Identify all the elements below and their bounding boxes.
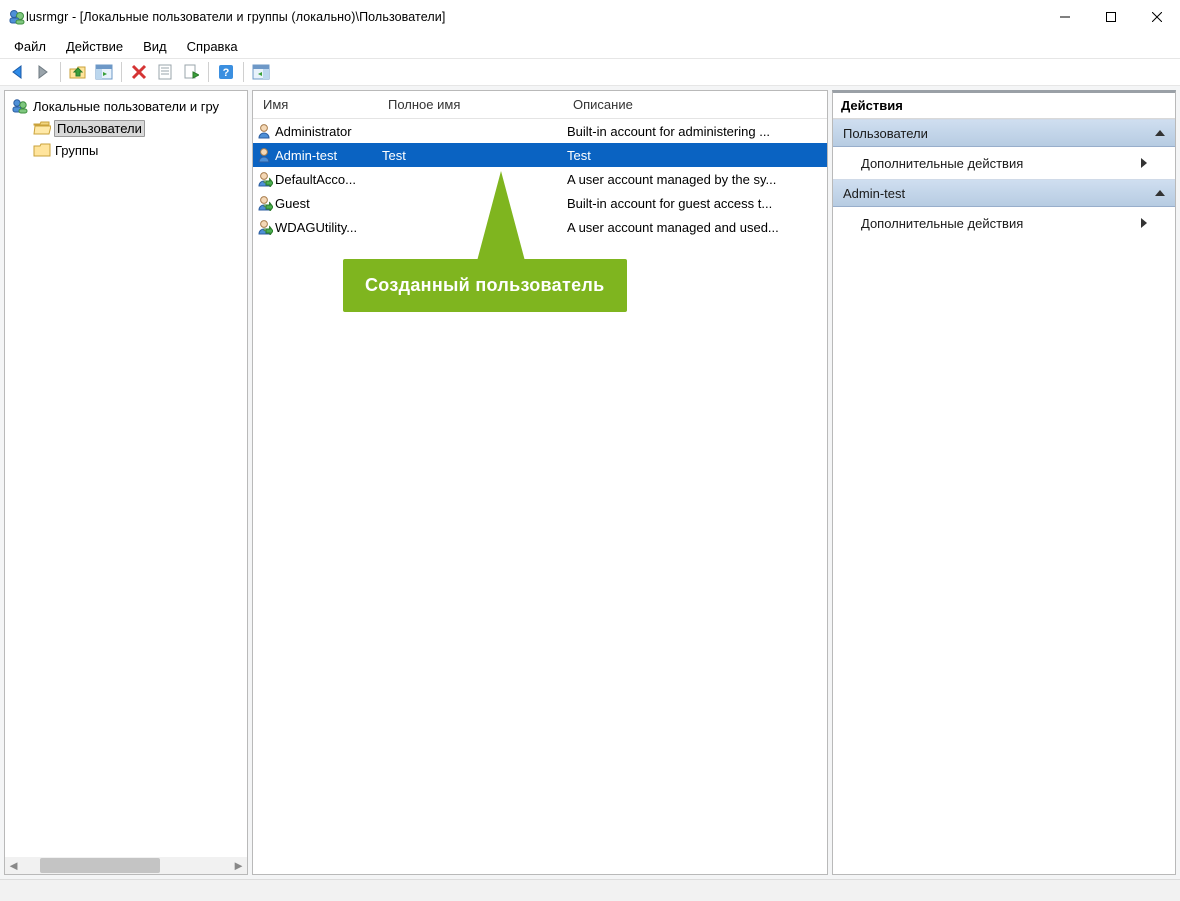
folder-open-icon [33, 121, 51, 135]
scroll-left-icon[interactable]: ◄ [5, 857, 22, 874]
cell-description: A user account managed by the sy... [563, 172, 827, 187]
tree-hscrollbar[interactable]: ◄ ► [5, 857, 247, 874]
toolbar-sep [208, 62, 209, 82]
list-body: Administrator Built-in account for admini… [253, 119, 827, 874]
cell-name: Administrator [253, 123, 378, 139]
section-label: Admin-test [843, 186, 905, 201]
cell-description: Built-in account for administering ... [563, 124, 827, 139]
actions-body: Пользователи Дополнительные действия Admin… [833, 119, 1175, 239]
app-icon [8, 8, 26, 26]
user-icon [257, 195, 273, 211]
cell-name: DefaultAcco... [253, 171, 378, 187]
titlebar: lusrmgr - [Локальные пользователи и груп… [0, 0, 1180, 34]
actions-section-header[interactable]: Пользователи [833, 119, 1175, 147]
col-fullname[interactable]: Полное имя [378, 91, 563, 118]
collapse-icon [1155, 190, 1165, 196]
tree-root-label: Локальные пользователи и гру [33, 99, 219, 114]
minimize-button[interactable] [1042, 0, 1088, 34]
list-row[interactable]: Guest Built-in account for guest access t… [253, 191, 827, 215]
section-label: Пользователи [843, 126, 928, 141]
menu-help[interactable]: Справка [177, 37, 248, 56]
user-icon [257, 147, 273, 163]
collapse-icon [1155, 130, 1165, 136]
row-name: Administrator [275, 124, 352, 139]
help-icon[interactable]: ? [214, 60, 238, 84]
window-title: lusrmgr - [Локальные пользователи и груп… [26, 10, 1042, 24]
close-button[interactable] [1134, 0, 1180, 34]
tree-pane: Локальные пользователи и гру Пользовател… [4, 90, 248, 875]
row-name: WDAGUtility... [275, 220, 357, 235]
users-groups-icon [11, 97, 29, 115]
actions-link-label: Дополнительные действия [861, 156, 1023, 171]
up-folder-icon[interactable] [66, 60, 90, 84]
client-area: Локальные пользователи и гру Пользовател… [0, 86, 1180, 879]
tree: Локальные пользователи и гру Пользовател… [5, 91, 247, 161]
actions-pane: Действия Пользователи Дополнительные дейс… [832, 90, 1176, 875]
tree-item-label: Пользователи [54, 120, 145, 137]
toolbar: ? [0, 58, 1180, 86]
actions-section-header[interactable]: Admin-test [833, 179, 1175, 207]
svg-text:?: ? [223, 67, 230, 79]
scroll-right-icon[interactable]: ► [230, 857, 247, 874]
window-buttons [1042, 0, 1180, 34]
list-row[interactable]: Administrator Built-in account for admini… [253, 119, 827, 143]
cell-description: Built-in account for guest access t... [563, 196, 827, 211]
menubar: Файл Действие Вид Справка [0, 34, 1180, 58]
menu-action[interactable]: Действие [56, 37, 133, 56]
window: lusrmgr - [Локальные пользователи и груп… [0, 0, 1180, 901]
cell-name: Admin-test [253, 147, 378, 163]
toolbar-sep [243, 62, 244, 82]
cell-name: Guest [253, 195, 378, 211]
export-list-icon[interactable] [179, 60, 203, 84]
row-name: Guest [275, 196, 310, 211]
submenu-icon [1141, 158, 1147, 168]
actions-title: Действия [833, 93, 1175, 119]
list-pane: Имя Полное имя Описание Administrator Bui… [252, 90, 828, 875]
list-row[interactable]: Admin-test TestTest [253, 143, 827, 167]
maximize-button[interactable] [1088, 0, 1134, 34]
list-row[interactable]: WDAGUtility... A user account managed and… [253, 215, 827, 239]
user-icon [257, 219, 273, 235]
menu-view[interactable]: Вид [133, 37, 177, 56]
scroll-thumb[interactable] [40, 858, 160, 873]
tree-item-label: Группы [55, 143, 98, 158]
actions-link[interactable]: Дополнительные действия [833, 147, 1175, 179]
tree-item-users[interactable]: Пользователи [33, 117, 247, 139]
col-name[interactable]: Имя [253, 91, 378, 118]
delete-icon[interactable] [127, 60, 151, 84]
cell-description: Test [563, 148, 827, 163]
toolbar-sep [60, 62, 61, 82]
col-description[interactable]: Описание [563, 91, 827, 118]
row-name: DefaultAcco... [275, 172, 356, 187]
show-hide-action-pane-icon[interactable] [249, 60, 273, 84]
tree-item-groups[interactable]: Группы [33, 139, 247, 161]
back-icon[interactable] [5, 60, 29, 84]
list-row[interactable]: DefaultAcco... A user account managed by … [253, 167, 827, 191]
cell-description: A user account managed and used... [563, 220, 827, 235]
submenu-icon [1141, 218, 1147, 228]
cell-fullname: Test [378, 148, 563, 163]
user-icon [257, 123, 273, 139]
cell-name: WDAGUtility... [253, 219, 378, 235]
tree-root[interactable]: Локальные пользователи и гру [11, 95, 247, 117]
list-header: Имя Полное имя Описание [253, 91, 827, 119]
forward-icon[interactable] [31, 60, 55, 84]
folder-icon [33, 143, 51, 157]
user-icon [257, 171, 273, 187]
menu-file[interactable]: Файл [4, 37, 56, 56]
properties-icon[interactable] [153, 60, 177, 84]
toolbar-sep [121, 62, 122, 82]
actions-link-label: Дополнительные действия [861, 216, 1023, 231]
row-name: Admin-test [275, 148, 337, 163]
statusbar [0, 879, 1180, 901]
show-hide-tree-icon[interactable] [92, 60, 116, 84]
actions-link[interactable]: Дополнительные действия [833, 207, 1175, 239]
